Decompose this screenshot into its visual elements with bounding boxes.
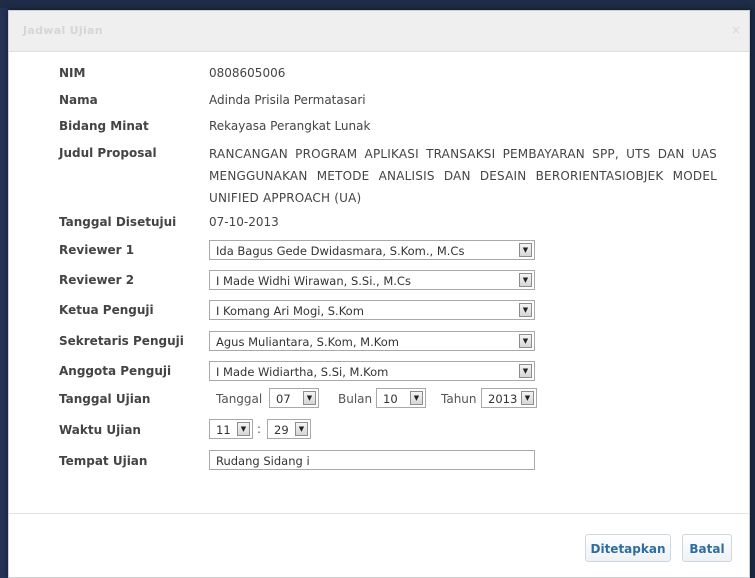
- batal-button[interactable]: Batal: [682, 534, 732, 562]
- reviewer2-label: Reviewer 2: [59, 273, 135, 287]
- close-icon[interactable]: ×: [731, 23, 741, 37]
- bidang-value: Rekayasa Perangkat Lunak: [209, 119, 371, 133]
- background-window-top: [0, 0, 755, 8]
- month-selected: 10: [383, 392, 398, 406]
- schedule-dialog: Jadwal Ujian × NIM 0808605006 Nama Adind…: [8, 10, 750, 578]
- nama-value: Adinda Prisila Permatasari: [209, 93, 366, 107]
- nama-label: Nama: [59, 93, 98, 107]
- minute-select[interactable]: 29 ▼: [267, 419, 311, 439]
- chevron-down-icon[interactable]: ▼: [295, 422, 308, 436]
- ketua-label: Ketua Penguji: [59, 303, 154, 317]
- tempat-ujian-value: Rudang Sidang i: [216, 454, 310, 468]
- reviewer1-select[interactable]: Ida Bagus Gede Dwidasmara, S.Kom., M.Cs …: [209, 240, 535, 260]
- year-label: Tahun: [441, 392, 477, 406]
- minute-selected: 29: [274, 423, 289, 437]
- tempat-ujian-input[interactable]: Rudang Sidang i: [209, 450, 535, 470]
- anggota-label: Anggota Penguji: [59, 364, 172, 378]
- reviewer1-selected: Ida Bagus Gede Dwidasmara, S.Kom., M.Cs: [216, 244, 465, 258]
- tanggal-ujian-label: Tanggal Ujian: [59, 392, 151, 406]
- reviewer2-select[interactable]: I Made Widhi Wirawan, S.Si., M.Cs ▼: [209, 270, 535, 290]
- ketua-selected: I Komang Ari Mogi, S.Kom: [216, 304, 364, 318]
- chevron-down-icon[interactable]: ▼: [303, 391, 316, 405]
- dialog-footer: Ditetapkan Batal: [9, 513, 749, 578]
- dialog-titlebar[interactable]: Jadwal Ujian ×: [9, 11, 749, 52]
- sekretaris-select[interactable]: Agus Muliantara, S.Kom, M.Kom ▼: [209, 331, 535, 351]
- month-label: Bulan: [338, 392, 373, 406]
- waktu-ujian-label: Waktu Ujian: [59, 423, 141, 437]
- ditetapkan-button[interactable]: Ditetapkan: [585, 534, 671, 562]
- hour-select[interactable]: 11 ▼: [209, 419, 253, 439]
- sekretaris-selected: Agus Muliantara, S.Kom, M.Kom: [216, 335, 399, 349]
- chevron-down-icon[interactable]: ▼: [519, 364, 532, 378]
- anggota-select[interactable]: I Made Widiartha, S.Si, M.Kom ▼: [209, 361, 535, 381]
- time-separator: :: [257, 422, 262, 436]
- sekretaris-label: Sekretaris Penguji: [59, 334, 184, 348]
- day-selected: 07: [276, 392, 291, 406]
- bidang-label: Bidang Minat: [59, 119, 149, 133]
- nim-value: 0808605006: [209, 66, 286, 80]
- anggota-selected: I Made Widiartha, S.Si, M.Kom: [216, 365, 389, 379]
- chevron-down-icon[interactable]: ▼: [521, 391, 534, 405]
- ketua-select[interactable]: I Komang Ari Mogi, S.Kom ▼: [209, 300, 535, 320]
- nim-label: NIM: [59, 66, 86, 80]
- dialog-title: Jadwal Ujian: [23, 24, 103, 37]
- background-window-edge: [0, 0, 8, 578]
- year-select[interactable]: 2013 ▼: [481, 388, 537, 408]
- tanggal-disetujui-value: 07-10-2013: [209, 215, 279, 229]
- reviewer1-label: Reviewer 1: [59, 243, 135, 257]
- chevron-down-icon[interactable]: ▼: [519, 243, 532, 257]
- chevron-down-icon[interactable]: ▼: [410, 391, 423, 405]
- chevron-down-icon[interactable]: ▼: [519, 273, 532, 287]
- year-selected: 2013: [488, 392, 518, 406]
- reviewer2-selected: I Made Widhi Wirawan, S.Si., M.Cs: [216, 274, 411, 288]
- tanggal-disetujui-label: Tanggal Disetujui: [59, 215, 177, 229]
- tempat-ujian-label: Tempat Ujian: [59, 454, 148, 468]
- chevron-down-icon[interactable]: ▼: [519, 334, 532, 348]
- chevron-down-icon[interactable]: ▼: [237, 422, 250, 436]
- judul-value: RANCANGAN PROGRAM APLIKASI TRANSAKSI PEM…: [209, 147, 717, 205]
- hour-selected: 11: [216, 423, 231, 437]
- day-select[interactable]: 07 ▼: [269, 388, 319, 408]
- month-select[interactable]: 10 ▼: [376, 388, 426, 408]
- day-label: Tanggal: [216, 392, 263, 406]
- judul-label: Judul Proposal: [59, 146, 157, 160]
- chevron-down-icon[interactable]: ▼: [519, 303, 532, 317]
